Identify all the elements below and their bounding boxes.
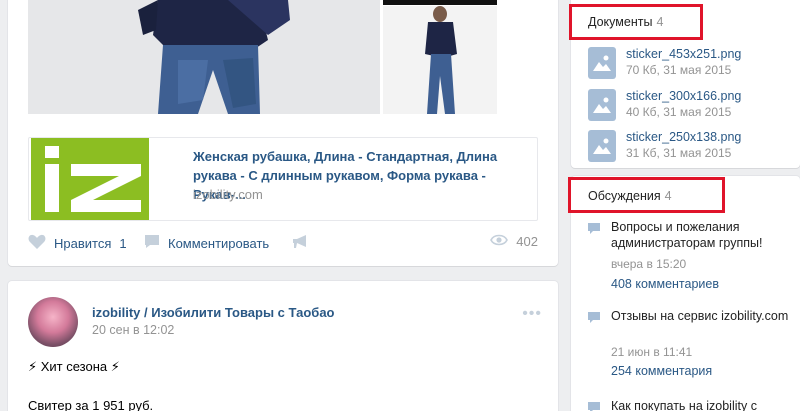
image-file-icon [588, 89, 616, 121]
discussion-item[interactable]: Вопросы и пожелания администраторам груп… [588, 219, 793, 297]
comment-button[interactable]: Комментировать [144, 234, 269, 252]
comment-label: Комментировать [168, 235, 270, 251]
discussion-title[interactable]: Отзывы на сервис izobility.com [611, 308, 791, 324]
comment-icon [144, 234, 160, 252]
views-counter: 402 [490, 234, 538, 249]
post-photo-main[interactable] [28, 0, 380, 114]
comment-icon [588, 311, 600, 326]
discussion-item[interactable]: Как покупать на izobility с [588, 398, 793, 411]
like-label: Нравится [54, 236, 112, 251]
like-count: 1 [119, 236, 127, 251]
like-button[interactable]: Нравится 1 [28, 234, 127, 253]
discussions-count: 4 [664, 189, 672, 203]
comment-icon [588, 401, 600, 411]
documents-header[interactable]: Документы 4 [588, 15, 663, 29]
post-photo-side[interactable] [383, 6, 497, 114]
avatar[interactable] [28, 297, 78, 347]
views-count: 402 [516, 234, 538, 249]
post-date[interactable]: 20 сен в 12:02 [92, 323, 174, 337]
document-name[interactable]: sticker_250x138.png [626, 130, 741, 144]
post-text-line: ⚡ Хит сезона ⚡ [28, 359, 120, 374]
discussions-block: Обсуждения 4 Вопросы и пожелания админист… [568, 176, 800, 411]
photo-strip [383, 0, 497, 5]
share-button[interactable] [292, 234, 318, 252]
model-full-image [383, 6, 497, 114]
document-name[interactable]: sticker_453x251.png [626, 47, 741, 61]
more-options-icon[interactable]: ••• [522, 305, 542, 323]
megaphone-icon [292, 234, 310, 252]
discussion-date: 21 июн в 11:41 [611, 345, 693, 359]
document-meta: 70 Кб, 31 мая 2015 [626, 63, 732, 77]
discussion-title[interactable]: Вопросы и пожелания администраторам груп… [611, 219, 791, 251]
post-card: izobility / Изобилити Товары с Таобао 20… [8, 281, 558, 411]
discussion-comments[interactable]: 408 комментариев [611, 277, 719, 291]
discussions-title: Обсуждения [588, 189, 661, 203]
document-item[interactable]: sticker_250x138.png 31 Кб, 31 мая 2015 [588, 130, 788, 164]
discussion-item[interactable]: Отзывы на сервис izobility.com 21 июн в … [588, 308, 793, 386]
post-text-line: Свитер за 1 951 руб. [28, 398, 154, 411]
document-item[interactable]: sticker_300x166.png 40 Кб, 31 мая 2015 [588, 89, 788, 123]
post-card: Женская рубашка, Длина - Стандартная, Дл… [8, 0, 558, 266]
discussion-title[interactable]: Как покупать на izobility с [611, 398, 791, 411]
link-domain: izobility.com [193, 187, 263, 202]
heart-icon [28, 234, 46, 253]
image-file-icon [588, 130, 616, 162]
discussion-comments[interactable]: 254 комментария [611, 364, 712, 378]
document-item[interactable]: sticker_453x251.png 70 Кб, 31 мая 2015 [588, 47, 788, 81]
logo-iz-mark [31, 138, 149, 220]
document-meta: 31 Кб, 31 мая 2015 [626, 146, 732, 160]
eye-icon [490, 234, 509, 249]
document-name[interactable]: sticker_300x166.png [626, 89, 741, 103]
izobility-logo [31, 138, 149, 220]
document-meta: 40 Кб, 31 мая 2015 [626, 105, 732, 119]
discussions-header[interactable]: Обсуждения 4 [588, 189, 672, 203]
model-jeans-image [28, 0, 380, 114]
documents-block: Документы 4 sticker_453x251.png 70 Кб, 31… [569, 0, 800, 168]
post-author-link[interactable]: izobility / Изобилити Товары с Таобао [92, 305, 335, 320]
discussion-date: вчера в 15:20 [611, 257, 687, 271]
documents-title: Документы [588, 15, 653, 29]
image-file-icon [588, 47, 616, 79]
link-preview[interactable]: Женская рубашка, Длина - Стандартная, Дл… [28, 137, 538, 221]
documents-count: 4 [656, 15, 664, 29]
post-actions: Нравится 1 Комментировать 402 [28, 234, 538, 254]
comment-icon [588, 222, 600, 237]
